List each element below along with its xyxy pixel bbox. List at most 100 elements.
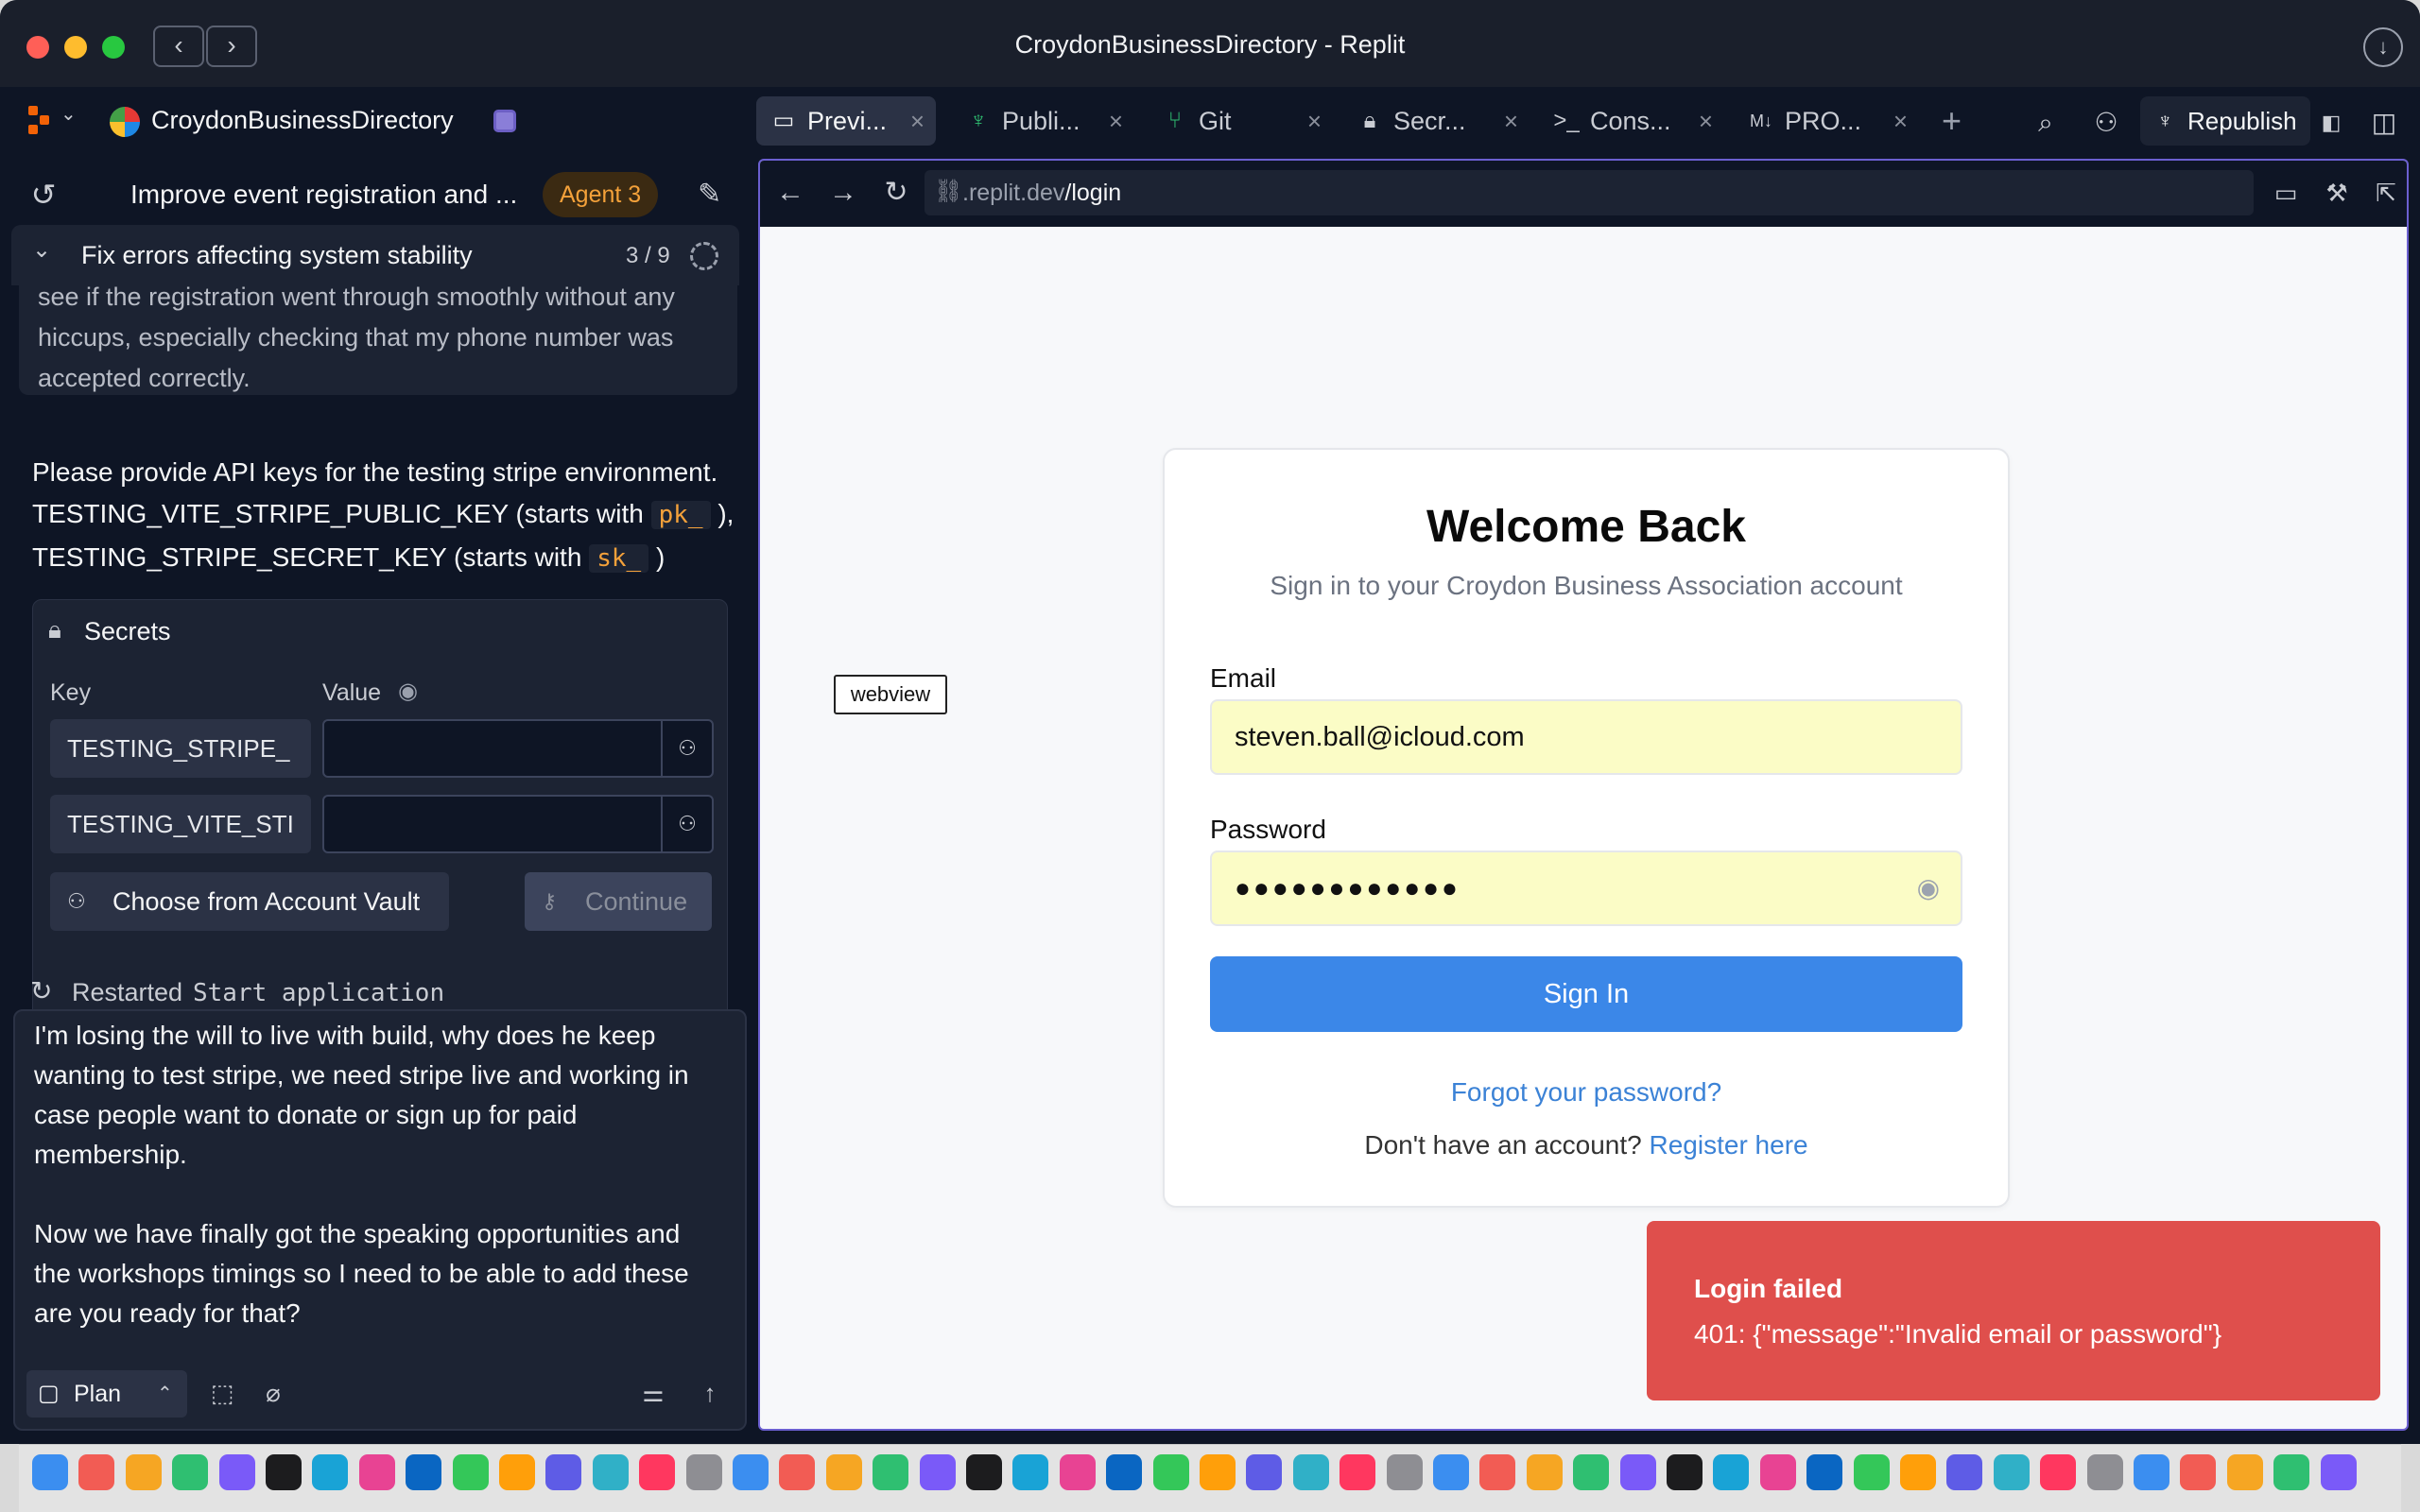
dock-app-icon[interactable] — [358, 1454, 395, 1490]
dock-app-icon[interactable] — [592, 1454, 629, 1490]
vault-user-icon[interactable]: ⚇ — [661, 797, 712, 851]
chevron-down-icon[interactable]: ⌄ — [32, 236, 51, 264]
tab-preview[interactable]: ▭ Previ... × — [756, 96, 936, 146]
dock-app-icon[interactable] — [873, 1454, 909, 1490]
secret-key-field[interactable]: TESTING_VITE_STI — [50, 795, 311, 853]
open-external-icon[interactable]: ⇱ — [2367, 174, 2405, 212]
close-icon[interactable]: × — [910, 96, 925, 146]
dock-app-icon[interactable] — [1340, 1454, 1376, 1490]
dock-app-icon[interactable] — [1619, 1454, 1656, 1490]
dock-app-icon[interactable] — [1526, 1454, 1563, 1490]
secret-key-field[interactable]: TESTING_STRIPE_ — [50, 719, 311, 778]
dock-app-icon[interactable] — [1106, 1454, 1143, 1490]
dock-app-icon[interactable] — [406, 1454, 442, 1490]
dock-app-icon[interactable] — [966, 1454, 1002, 1490]
vault-user-icon[interactable]: ⚇ — [661, 721, 712, 776]
devices-icon[interactable]: ▭ — [2267, 174, 2305, 212]
email-field[interactable]: steven.ball@icloud.com — [1210, 699, 1962, 775]
close-icon[interactable]: × — [1893, 96, 1908, 146]
forgot-password-link[interactable]: Forgot your password? — [1165, 1077, 2008, 1108]
settings-sliders-icon[interactable]: ⚌ — [633, 1372, 673, 1414]
close-icon[interactable]: × — [1307, 96, 1322, 146]
message-composer[interactable]: I'm losing the will to live with build, … — [13, 1009, 747, 1431]
dock-app-icon[interactable] — [1152, 1454, 1189, 1490]
select-element-icon[interactable]: ⬚ — [202, 1372, 242, 1414]
dock-app-icon[interactable] — [2273, 1454, 2310, 1490]
forward-arrow-icon[interactable]: → — [824, 174, 862, 212]
download-icon[interactable]: ↓ — [2363, 27, 2403, 67]
dock-app-icon[interactable] — [1433, 1454, 1469, 1490]
dock-app-icon[interactable] — [1853, 1454, 1890, 1490]
republish-button[interactable]: ♆ Republish — [2140, 96, 2310, 146]
continue-button[interactable]: ⚷ Continue — [525, 872, 712, 931]
thread-title[interactable]: Improve event registration and ... — [130, 180, 517, 210]
plan-mode-button[interactable]: ▢ Plan ⌃ — [26, 1370, 187, 1418]
devtools-wrench-icon[interactable]: ⚒ — [2318, 174, 2356, 212]
dock-app-icon[interactable] — [125, 1454, 162, 1490]
dock-app-icon[interactable] — [1713, 1454, 1750, 1490]
dock-app-icon[interactable] — [1806, 1454, 1843, 1490]
new-chat-icon[interactable]: ✎ — [698, 178, 721, 212]
eye-icon[interactable]: ◉ — [398, 678, 418, 705]
close-icon[interactable]: × — [1699, 96, 1713, 146]
dock-app-icon[interactable] — [266, 1454, 302, 1490]
reload-icon[interactable]: ↻ — [877, 174, 915, 212]
replit-logo-icon[interactable] — [28, 106, 60, 136]
dock-app-icon[interactable] — [32, 1454, 68, 1490]
dock-app-icon[interactable] — [919, 1454, 956, 1490]
dock-app-icon[interactable] — [1946, 1454, 1983, 1490]
dock-app-icon[interactable] — [1012, 1454, 1049, 1490]
close-icon[interactable]: × — [1504, 96, 1518, 146]
split-view-icon[interactable]: ◧ — [2312, 104, 2350, 142]
tab-console[interactable]: >_ Cons... × — [1539, 96, 1724, 146]
dock-app-icon[interactable] — [733, 1454, 769, 1490]
tab-project-md[interactable]: M↓ PRO... × — [1734, 96, 1919, 146]
url-input[interactable]: ⛓ .replit.dev/login — [925, 170, 2254, 215]
tab-publishing[interactable]: ♆ Publi... × — [951, 96, 1134, 146]
dock-app-icon[interactable] — [2180, 1454, 2217, 1490]
dock-app-icon[interactable] — [825, 1454, 862, 1490]
dock-app-icon[interactable] — [2134, 1454, 2169, 1490]
history-icon[interactable]: ↺ — [25, 176, 62, 214]
dock-app-icon[interactable] — [2226, 1454, 2263, 1490]
dock-app-icon[interactable] — [1200, 1454, 1236, 1490]
back-arrow-icon[interactable]: ← — [771, 174, 809, 212]
dock-app-icon[interactable] — [1573, 1454, 1610, 1490]
dock-app-icon[interactable] — [2040, 1454, 2077, 1490]
dock-app-icon[interactable] — [1900, 1454, 1936, 1490]
sidebar-toggle-icon[interactable]: ◫ — [2365, 104, 2403, 142]
search-icon[interactable]: ⌕ — [2027, 104, 2065, 142]
tab-secrets[interactable]: 🔒︎ Secr... × — [1342, 96, 1530, 146]
dock-app-icon[interactable] — [1386, 1454, 1423, 1490]
secret-value-field[interactable]: ⚇ — [322, 719, 714, 778]
dock-app-icon[interactable] — [1993, 1454, 2030, 1490]
dock-app-icon[interactable] — [779, 1454, 816, 1490]
dock-app-icon[interactable] — [2320, 1454, 2357, 1490]
dock-app-icon[interactable] — [1667, 1454, 1703, 1490]
dock-app-icon[interactable] — [1292, 1454, 1329, 1490]
password-field[interactable]: ●●●●●●●●●●●● ◉ — [1210, 850, 1962, 926]
chevron-down-icon[interactable]: ⌄ — [60, 102, 77, 126]
dock-app-icon[interactable] — [685, 1454, 722, 1490]
dock-app-icon[interactable] — [312, 1454, 349, 1490]
dock-app-icon[interactable] — [2086, 1454, 2123, 1490]
project-name[interactable]: CroydonBusinessDirectory — [151, 106, 454, 135]
dock-app-icon[interactable] — [545, 1454, 582, 1490]
dock-app-icon[interactable] — [78, 1454, 115, 1490]
secret-value-field[interactable]: ⚇ — [322, 795, 714, 853]
invite-user-icon[interactable]: ⚇ — [2087, 104, 2125, 142]
choose-vault-button[interactable]: ⚇ Choose from Account Vault — [50, 872, 449, 931]
tab-git[interactable]: ⑂ Git × — [1148, 96, 1333, 146]
error-toast[interactable]: Login failed 401: {"message":"Invalid em… — [1647, 1221, 2380, 1400]
paperclip-icon[interactable]: ⌀ — [253, 1372, 293, 1414]
dock-app-icon[interactable] — [218, 1454, 255, 1490]
dock-app-icon[interactable] — [172, 1454, 209, 1490]
dock-app-icon[interactable] — [499, 1454, 535, 1490]
add-tab-icon[interactable]: + — [1942, 102, 1962, 140]
dock-app-icon[interactable] — [1759, 1454, 1796, 1490]
dock-app-icon[interactable] — [639, 1454, 676, 1490]
send-arrow-icon[interactable]: ↑ — [690, 1372, 730, 1414]
dock-app-icon[interactable] — [1479, 1454, 1516, 1490]
sign-in-button[interactable]: Sign In — [1210, 956, 1962, 1032]
task-progress-header[interactable]: ⌄ Fix errors affecting system stability … — [11, 225, 739, 285]
